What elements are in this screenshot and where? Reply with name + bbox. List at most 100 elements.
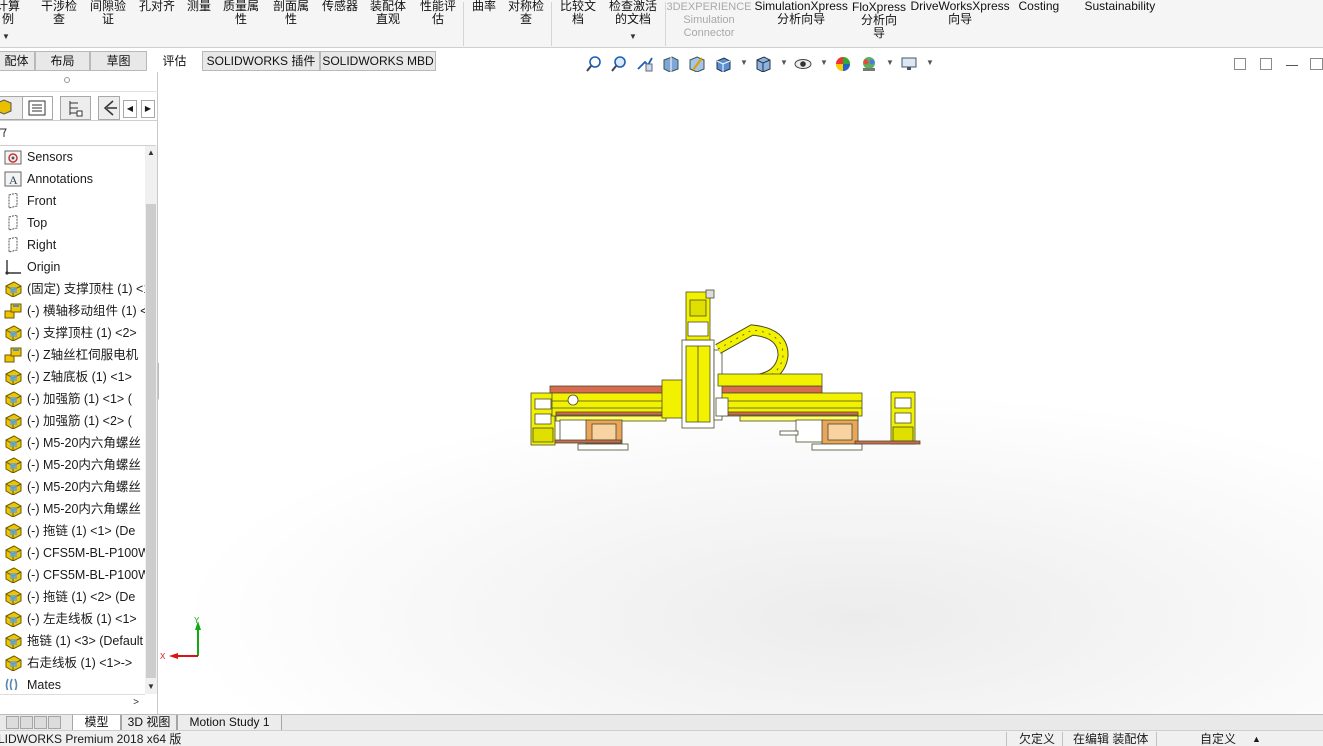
ribbon-button-19[interactable]: Sustainability <box>1085 0 1156 13</box>
chevron-up-icon[interactable]: ▲ <box>1252 732 1261 746</box>
display-style-icon[interactable] <box>754 55 772 73</box>
tree-vertical-scrollbar[interactable]: ▲ ▼ <box>145 146 157 694</box>
units-custom-button[interactable]: 自定义 <box>1200 732 1236 746</box>
command-tab-4[interactable]: SOLIDWORKS 插件 <box>202 51 320 71</box>
last-tab-button[interactable] <box>48 716 61 729</box>
ribbon-button-6[interactable]: 剖面属 性 <box>273 0 309 26</box>
tree-item[interactable]: (-) M5-20内六角螺丝 <box>0 476 145 498</box>
scroll-down-button[interactable]: ▼ <box>145 680 157 694</box>
edit-appearance-icon[interactable] <box>834 55 852 73</box>
section-view-icon[interactable] <box>662 55 680 73</box>
ribbon-button-16[interactable]: FloXpress 分析向 导 <box>852 1 906 40</box>
tree-item[interactable]: Right <box>0 234 145 256</box>
document-tab-2[interactable]: Motion Study 1 <box>177 715 282 731</box>
hide-show-items-icon[interactable] <box>794 55 812 73</box>
chevron-down-icon[interactable]: ▼ <box>886 58 894 67</box>
ribbon-button-11[interactable]: 对称检 查 <box>508 0 544 26</box>
tree-item[interactable]: (-) 拖链 (1) <1> (De <box>0 520 145 542</box>
tree-item[interactable]: (-) M5-20内六角螺丝 <box>0 454 145 476</box>
tree-item[interactable]: (-) CFS5M-BL-P100W <box>0 542 145 564</box>
ribbon-button-1[interactable]: 干涉检 查 <box>41 0 77 26</box>
view-orientation-icon[interactable] <box>714 55 732 73</box>
tree-item[interactable]: A Annotations <box>0 168 145 190</box>
tree-item[interactable]: (-) 支撑顶柱 (1) <2> <box>0 322 145 344</box>
graphics-area[interactable]: Y X <box>159 72 1323 714</box>
tree-item[interactable]: 右走线板 (1) <1>-> <box>0 652 145 674</box>
prev-tab-button[interactable] <box>20 716 33 729</box>
restore-viewport-button[interactable] <box>1234 58 1246 70</box>
tree-item[interactable]: Front <box>0 190 145 212</box>
tree-horizontal-scrollbar[interactable]: > <box>0 694 145 712</box>
tree-item[interactable]: (-) 加强筋 (1) <1> ( <box>0 388 145 410</box>
ribbon-separator <box>551 2 552 46</box>
ribbon-button-7[interactable]: 传感器 <box>322 0 358 13</box>
chevron-down-icon[interactable]: ▼ <box>740 58 748 67</box>
tabs-scroll-right-button[interactable]: ▶ <box>141 100 155 118</box>
tile-viewport-button[interactable] <box>1260 58 1272 70</box>
tabs-scroll-left-button[interactable]: ◀ <box>123 100 137 118</box>
command-tab-2[interactable]: 草图 <box>90 51 147 71</box>
first-tab-button[interactable] <box>6 716 19 729</box>
tree-item[interactable]: Mates <box>0 674 145 690</box>
command-tab-0[interactable]: 配体 <box>0 51 35 71</box>
filter-icon[interactable] <box>0 126 10 140</box>
document-tab-0[interactable]: 模型 <box>72 715 121 731</box>
ribbon-button-18[interactable]: Costing <box>1019 0 1060 13</box>
command-tab-1[interactable]: 布局 <box>35 51 90 71</box>
panel-grip[interactable] <box>0 72 158 92</box>
tree-item[interactable]: Sensors <box>0 146 145 168</box>
ribbon-button-9[interactable]: 性能评 估 <box>420 0 456 26</box>
previous-view-icon[interactable] <box>636 55 654 73</box>
ribbon-button-3[interactable]: 孔对齐 <box>139 0 175 13</box>
tab-dimxpert-manager[interactable] <box>98 96 120 120</box>
chevron-down-icon[interactable]: ▼ <box>629 32 637 41</box>
tree-item[interactable]: (固定) 支撑顶柱 (1) <1> <box>0 278 145 300</box>
command-tab-5[interactable]: SOLIDWORKS MBD <box>320 51 436 71</box>
tree-item[interactable]: (-) 拖链 (1) <2> (De <box>0 586 145 608</box>
scroll-thumb[interactable] <box>146 204 156 678</box>
zoom-to-area-icon[interactable] <box>610 55 628 73</box>
scroll-up-button[interactable]: ▲ <box>145 146 157 160</box>
tab-configuration-manager[interactable] <box>60 96 91 120</box>
tree-filter-bar[interactable] <box>0 122 156 146</box>
maximize-viewport-button[interactable] <box>1310 58 1323 70</box>
tree-item[interactable]: (-) M5-20内六角螺丝 <box>0 432 145 454</box>
tree-item[interactable]: Origin <box>0 256 145 278</box>
chevron-down-icon[interactable]: ▼ <box>780 58 788 67</box>
ribbon-button-17[interactable]: DriveWorksXpress 向导 <box>911 0 1010 26</box>
tree-item[interactable]: (-) Z轴丝杠伺服电机 <box>0 344 145 366</box>
document-tab-1[interactable]: 3D 视图 <box>121 715 177 731</box>
ribbon-button-10[interactable]: 曲率 <box>472 0 496 13</box>
ribbon-button-14[interactable]: 3DEXPERIENCE Simulation Connector <box>667 1 752 40</box>
chevron-down-icon[interactable]: ▼ <box>820 58 828 67</box>
ribbon-button-5[interactable]: 质量属 性 <box>223 0 259 26</box>
ribbon-button-2[interactable]: 间隙验 证 <box>90 0 126 26</box>
next-tab-button[interactable] <box>34 716 47 729</box>
plane-icon <box>8 215 18 231</box>
command-tab-3[interactable]: 评估 <box>147 51 202 71</box>
ribbon-button-4[interactable]: 测量 <box>187 0 211 13</box>
chevron-down-icon[interactable]: ▼ <box>2 32 10 41</box>
ribbon-button-0[interactable]: 计算 例 <box>0 0 20 26</box>
dynamic-annotation-icon[interactable] <box>688 55 706 73</box>
minimize-viewport-button[interactable] <box>1286 58 1298 66</box>
ribbon-button-13[interactable]: 检查激活 的文档 <box>609 0 657 26</box>
tree-item[interactable]: 拖链 (1) <3> (Default <box>0 630 145 652</box>
tree-item[interactable]: (-) 左走线板 (1) <1> <box>0 608 145 630</box>
tree-item[interactable]: (-) Z轴底板 (1) <1> <box>0 366 145 388</box>
apply-scene-icon[interactable] <box>860 55 878 73</box>
tab-property-manager[interactable] <box>22 96 53 120</box>
tree-item[interactable]: Top <box>0 212 145 234</box>
view-settings-icon[interactable] <box>900 55 918 73</box>
tree-item[interactable]: (-) 加强筋 (1) <2> ( <box>0 410 145 432</box>
tree-item[interactable]: (-) CFS5M-BL-P100W <box>0 564 145 586</box>
tree-item[interactable]: (-) M5-20内六角螺丝 <box>0 498 145 520</box>
ribbon-button-8[interactable]: 装配体 直观 <box>370 0 406 26</box>
ribbon-button-12[interactable]: 比较文 档 <box>560 0 596 26</box>
zoom-to-fit-icon[interactable] <box>585 55 603 73</box>
tree-item[interactable]: (-) 横轴移动组件 (1) <1> <box>0 300 145 322</box>
tab-feature-tree[interactable] <box>0 96 23 120</box>
scroll-right-button[interactable]: > <box>133 697 139 708</box>
ribbon-button-15[interactable]: SimulationXpress 分析向导 <box>755 0 848 26</box>
chevron-down-icon[interactable]: ▼ <box>926 58 934 67</box>
